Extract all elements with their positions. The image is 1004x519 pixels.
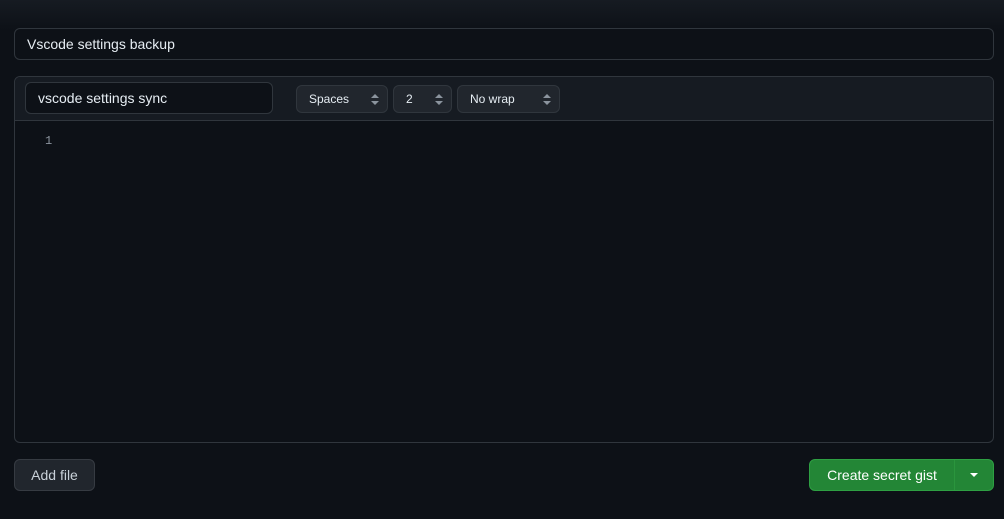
file-header: Spaces 2 No wrap (15, 77, 993, 121)
wrap-mode-value: No wrap (470, 92, 515, 106)
create-secret-gist-button[interactable]: Create secret gist (810, 460, 954, 490)
wrap-mode-select[interactable]: No wrap (457, 85, 560, 113)
indent-size-select[interactable]: 2 (393, 85, 452, 113)
select-arrows-icon (543, 94, 551, 105)
gist-description-input[interactable] (14, 28, 994, 60)
line-number: 1 (45, 134, 53, 148)
gist-file-editor: Spaces 2 No wrap 1 (14, 76, 994, 443)
code-editor[interactable]: 1 (15, 121, 993, 442)
select-arrows-icon (435, 94, 443, 105)
page-header-fade (0, 0, 1004, 30)
indent-mode-value: Spaces (309, 92, 350, 106)
triangle-down-icon (970, 473, 978, 477)
filename-input[interactable] (25, 82, 273, 114)
indent-mode-select[interactable]: Spaces (296, 85, 388, 113)
indent-size-value: 2 (406, 92, 413, 106)
create-gist-button-group: Create secret gist (809, 459, 994, 491)
create-options-dropdown-button[interactable] (955, 460, 993, 490)
select-arrows-icon (371, 94, 379, 105)
add-file-button[interactable]: Add file (14, 459, 95, 491)
